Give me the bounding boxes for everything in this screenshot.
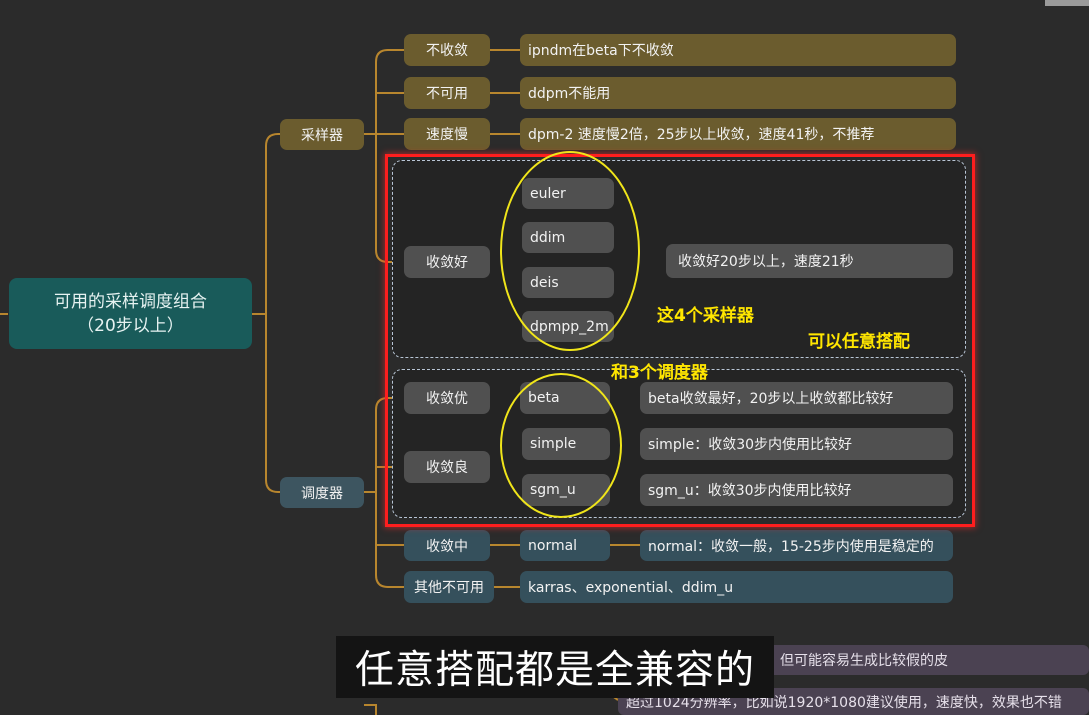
sampler-detail-not-converge[interactable]: ipndm在beta下不收敛 (520, 34, 956, 66)
annotation-three-schedulers: 和3个调度器 (611, 363, 708, 383)
annotation-four-samplers: 这4个采样器 (657, 306, 754, 326)
sampler-node[interactable]: 采样器 (280, 119, 364, 150)
sampler-detail-slow[interactable]: dpm-2 速度慢2倍，25步以上收敛，速度41秒，不推荐 (520, 118, 956, 150)
scheduler-node[interactable]: 调度器 (280, 477, 364, 508)
scheduler-ellipse-annotation (500, 373, 622, 518)
sampler-ellipse-annotation (500, 151, 640, 351)
sampler-group-slow[interactable]: 速度慢 (404, 118, 490, 150)
root-node[interactable]: 可用的采样调度组合 （20步以上） (9, 278, 252, 349)
root-title: 可用的采样调度组合 (54, 291, 207, 312)
video-subtitle: 任意搭配都是全兼容的 (336, 636, 774, 698)
sampler-group-unusable[interactable]: 不可用 (404, 77, 490, 109)
sampler-group-not-converge[interactable]: 不收敛 (404, 34, 490, 66)
scheduler-group-medium[interactable]: 收敛中 (404, 530, 490, 561)
mindmap-canvas: 可用的采样调度组合 （20步以上） 采样器 不收敛 ipndm在beta下不收敛… (0, 0, 1089, 715)
top-right-fragment (1045, 0, 1089, 6)
root-subtitle: （20步以上） (77, 315, 184, 336)
scheduler-detail-unusable[interactable]: karras、exponential、ddim_u (520, 571, 953, 603)
scheduler-group-unusable[interactable]: 其他不可用 (404, 571, 494, 603)
sampler-detail-unusable[interactable]: ddpm不能用 (520, 77, 956, 109)
scheduler-item-normal[interactable]: normal (520, 530, 610, 561)
scheduler-detail-normal[interactable]: normal：收敛一般，15-25步内使用是稳定的 (640, 530, 953, 561)
annotation-any-combo: 可以任意搭配 (808, 332, 910, 352)
